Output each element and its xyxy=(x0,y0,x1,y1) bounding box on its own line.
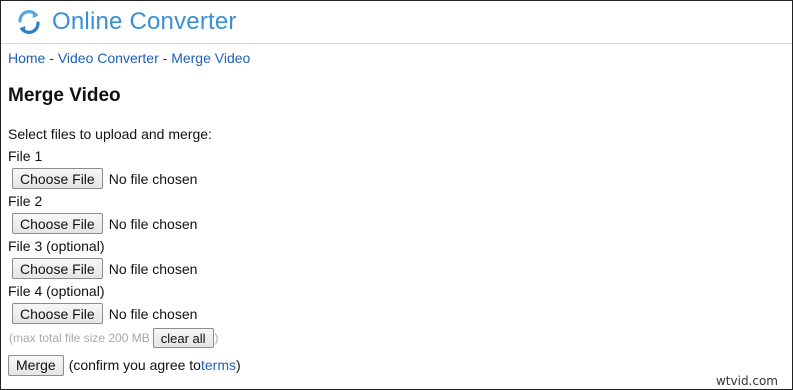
site-header: Online Converter xyxy=(1,1,792,44)
file-4-choose-button[interactable]: Choose File xyxy=(12,303,103,324)
clear-all-button[interactable]: clear all xyxy=(152,328,214,348)
instructions-text: Select files to upload and merge: xyxy=(8,126,212,142)
merge-actions: Merge (confirm you agree to terms ) xyxy=(8,353,792,377)
file-2-status: No file chosen xyxy=(108,215,198,232)
file-size-limit-close: ) xyxy=(214,331,219,345)
breadcrumb-separator: - xyxy=(45,50,58,66)
breadcrumb-merge-video-link[interactable]: Merge Video xyxy=(171,50,250,66)
file-3-input: Choose File No file chosen xyxy=(12,257,792,280)
file-4-input: Choose File No file chosen xyxy=(12,302,792,325)
confirm-close: ) xyxy=(235,357,241,373)
terms-link[interactable]: terms xyxy=(201,357,236,373)
merge-form: Select files to upload and merge: File 1… xyxy=(8,123,792,377)
file-3-status: No file chosen xyxy=(108,260,198,277)
file-2-label: File 2 xyxy=(8,193,43,209)
breadcrumb: Home - Video Converter - Merge Video xyxy=(8,50,792,66)
file-2-choose-button[interactable]: Choose File xyxy=(12,213,103,234)
file-1-status: No file chosen xyxy=(108,170,198,187)
site-title[interactable]: Online Converter xyxy=(52,8,237,36)
file-4-status: No file chosen xyxy=(108,305,198,322)
file-3-label: File 3 (optional) xyxy=(8,238,105,254)
refresh-arrows-icon[interactable] xyxy=(15,8,43,36)
file-1-label: File 1 xyxy=(8,148,43,164)
file-size-limit: (max total file size 200 MB clear all ) xyxy=(9,327,792,349)
file-size-limit-text: (max total file size 200 MB xyxy=(9,331,150,345)
page-frame: Online Converter Home - Video Converter … xyxy=(0,0,793,390)
breadcrumb-video-converter-link[interactable]: Video Converter xyxy=(58,50,159,66)
breadcrumb-home-link[interactable]: Home xyxy=(8,50,45,66)
file-1-choose-button[interactable]: Choose File xyxy=(12,168,103,189)
confirm-text: (confirm you agree to xyxy=(68,357,201,373)
watermark: wtvid.com xyxy=(715,374,778,388)
file-2-input: Choose File No file chosen xyxy=(12,212,792,235)
file-4-label: File 4 (optional) xyxy=(8,283,105,299)
page-title: Merge Video xyxy=(8,85,121,106)
file-1-input: Choose File No file chosen xyxy=(12,167,792,190)
breadcrumb-separator: - xyxy=(158,50,172,66)
file-3-choose-button[interactable]: Choose File xyxy=(12,258,103,279)
merge-button[interactable]: Merge xyxy=(8,354,64,376)
